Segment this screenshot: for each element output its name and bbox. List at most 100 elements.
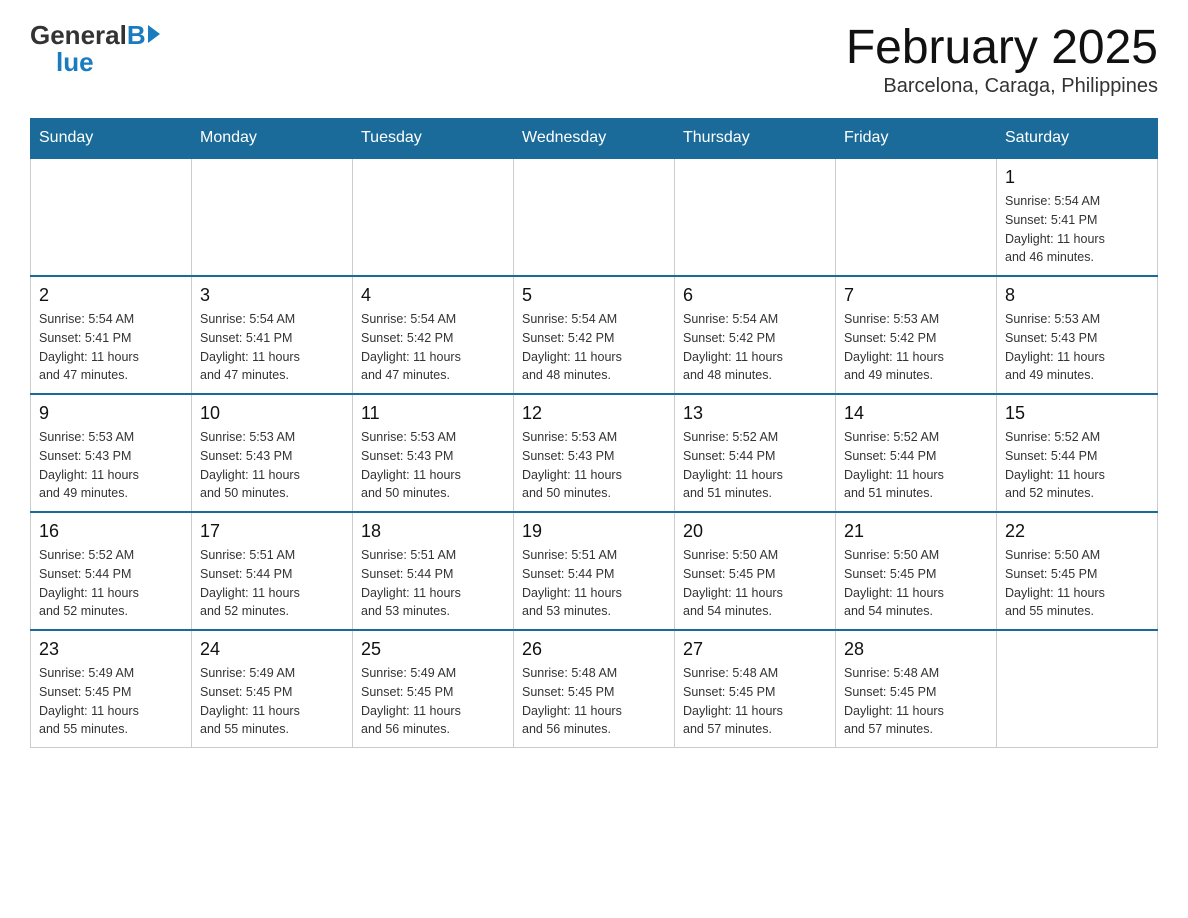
day-info: Sunrise: 5:51 AM Sunset: 5:44 PM Dayligh… [200,546,344,621]
day-number: 16 [39,521,183,542]
day-info: Sunrise: 5:49 AM Sunset: 5:45 PM Dayligh… [39,664,183,739]
calendar-week-row: 1 Sunrise: 5:54 AM Sunset: 5:41 PM Daylig… [31,158,1158,276]
title-section: February 2025 Barcelona, Caraga, Philipp… [846,20,1158,98]
day-number: 20 [683,521,827,542]
day-number: 3 [200,285,344,306]
day-info: Sunrise: 5:52 AM Sunset: 5:44 PM Dayligh… [844,428,988,503]
day-header-sunday: Sunday [31,119,192,159]
day-number: 21 [844,521,988,542]
calendar-cell: 27 Sunrise: 5:48 AM Sunset: 5:45 PM Dayli… [675,630,836,748]
day-number: 2 [39,285,183,306]
calendar-cell: 1 Sunrise: 5:54 AM Sunset: 5:41 PM Daylig… [997,158,1158,276]
calendar-cell: 2 Sunrise: 5:54 AM Sunset: 5:41 PM Daylig… [31,276,192,394]
calendar-week-row: 2 Sunrise: 5:54 AM Sunset: 5:41 PM Daylig… [31,276,1158,394]
day-info: Sunrise: 5:52 AM Sunset: 5:44 PM Dayligh… [1005,428,1149,503]
day-number: 10 [200,403,344,424]
calendar-cell [31,158,192,276]
day-info: Sunrise: 5:54 AM Sunset: 5:42 PM Dayligh… [522,310,666,385]
calendar-cell: 11Sunrise: 5:53 AM Sunset: 5:43 PM Dayli… [353,394,514,512]
day-number: 11 [361,403,505,424]
day-number: 9 [39,403,183,424]
calendar-cell: 16 Sunrise: 5:52 AM Sunset: 5:44 PM Dayli… [31,512,192,630]
logo-blue-word: lue [56,47,94,78]
calendar-cell: 10 Sunrise: 5:53 AM Sunset: 5:43 PM Dayli… [192,394,353,512]
calendar-header-row: SundayMondayTuesdayWednesdayThursdayFrid… [31,119,1158,159]
day-number: 1 [1005,167,1149,188]
day-info: Sunrise: 5:51 AM Sunset: 5:44 PM Dayligh… [361,546,505,621]
day-info: Sunrise: 5:49 AM Sunset: 5:45 PM Dayligh… [361,664,505,739]
calendar-cell: 5 Sunrise: 5:54 AM Sunset: 5:42 PM Daylig… [514,276,675,394]
calendar-cell: 14Sunrise: 5:52 AM Sunset: 5:44 PM Dayli… [836,394,997,512]
calendar-cell [675,158,836,276]
calendar-subtitle: Barcelona, Caraga, Philippines [846,75,1158,98]
calendar-cell: 9 Sunrise: 5:53 AM Sunset: 5:43 PM Daylig… [31,394,192,512]
day-number: 15 [1005,403,1149,424]
day-number: 26 [522,639,666,660]
day-number: 4 [361,285,505,306]
calendar-cell: 26 Sunrise: 5:48 AM Sunset: 5:45 PM Dayli… [514,630,675,748]
calendar-cell [514,158,675,276]
calendar-cell: 18 Sunrise: 5:51 AM Sunset: 5:44 PM Dayli… [353,512,514,630]
calendar-cell: 21 Sunrise: 5:50 AM Sunset: 5:45 PM Dayli… [836,512,997,630]
day-info: Sunrise: 5:54 AM Sunset: 5:41 PM Dayligh… [200,310,344,385]
calendar-cell: 7Sunrise: 5:53 AM Sunset: 5:42 PM Daylig… [836,276,997,394]
day-header-tuesday: Tuesday [353,119,514,159]
day-info: Sunrise: 5:53 AM Sunset: 5:43 PM Dayligh… [1005,310,1149,385]
day-info: Sunrise: 5:50 AM Sunset: 5:45 PM Dayligh… [1005,546,1149,621]
calendar-cell: 8 Sunrise: 5:53 AM Sunset: 5:43 PM Daylig… [997,276,1158,394]
logo: General B lue [30,20,160,78]
day-info: Sunrise: 5:54 AM Sunset: 5:42 PM Dayligh… [683,310,827,385]
day-number: 5 [522,285,666,306]
calendar-cell: 28 Sunrise: 5:48 AM Sunset: 5:45 PM Dayli… [836,630,997,748]
day-header-friday: Friday [836,119,997,159]
calendar-title: February 2025 [846,20,1158,75]
calendar-cell: 3 Sunrise: 5:54 AM Sunset: 5:41 PM Daylig… [192,276,353,394]
day-info: Sunrise: 5:53 AM Sunset: 5:43 PM Dayligh… [200,428,344,503]
calendar-cell: 20 Sunrise: 5:50 AM Sunset: 5:45 PM Dayli… [675,512,836,630]
calendar-cell: 24 Sunrise: 5:49 AM Sunset: 5:45 PM Dayli… [192,630,353,748]
page-header: General B lue February 2025 Barcelona, C… [30,20,1158,98]
day-info: Sunrise: 5:52 AM Sunset: 5:44 PM Dayligh… [39,546,183,621]
calendar-cell: 23Sunrise: 5:49 AM Sunset: 5:45 PM Dayli… [31,630,192,748]
calendar-cell: 22 Sunrise: 5:50 AM Sunset: 5:45 PM Dayli… [997,512,1158,630]
calendar-cell [353,158,514,276]
day-number: 27 [683,639,827,660]
day-number: 18 [361,521,505,542]
day-header-wednesday: Wednesday [514,119,675,159]
day-info: Sunrise: 5:48 AM Sunset: 5:45 PM Dayligh… [522,664,666,739]
logo-blue-part: B [127,20,160,51]
day-info: Sunrise: 5:54 AM Sunset: 5:41 PM Dayligh… [39,310,183,385]
logo-b: B [127,20,146,51]
calendar-cell: 6Sunrise: 5:54 AM Sunset: 5:42 PM Daylig… [675,276,836,394]
day-info: Sunrise: 5:48 AM Sunset: 5:45 PM Dayligh… [844,664,988,739]
calendar-week-row: 16 Sunrise: 5:52 AM Sunset: 5:44 PM Dayli… [31,512,1158,630]
day-info: Sunrise: 5:54 AM Sunset: 5:42 PM Dayligh… [361,310,505,385]
day-number: 24 [200,639,344,660]
calendar-cell [836,158,997,276]
day-info: Sunrise: 5:48 AM Sunset: 5:45 PM Dayligh… [683,664,827,739]
day-number: 22 [1005,521,1149,542]
day-number: 17 [200,521,344,542]
day-info: Sunrise: 5:49 AM Sunset: 5:45 PM Dayligh… [200,664,344,739]
calendar-week-row: 23Sunrise: 5:49 AM Sunset: 5:45 PM Dayli… [31,630,1158,748]
logo-arrow-icon [148,25,160,43]
calendar-cell: 13 Sunrise: 5:52 AM Sunset: 5:44 PM Dayli… [675,394,836,512]
day-info: Sunrise: 5:50 AM Sunset: 5:45 PM Dayligh… [683,546,827,621]
day-number: 19 [522,521,666,542]
day-info: Sunrise: 5:50 AM Sunset: 5:45 PM Dayligh… [844,546,988,621]
day-header-thursday: Thursday [675,119,836,159]
day-header-saturday: Saturday [997,119,1158,159]
day-info: Sunrise: 5:52 AM Sunset: 5:44 PM Dayligh… [683,428,827,503]
calendar-cell [192,158,353,276]
calendar-cell: 25Sunrise: 5:49 AM Sunset: 5:45 PM Dayli… [353,630,514,748]
day-info: Sunrise: 5:53 AM Sunset: 5:43 PM Dayligh… [39,428,183,503]
calendar-cell: 12Sunrise: 5:53 AM Sunset: 5:43 PM Dayli… [514,394,675,512]
day-number: 13 [683,403,827,424]
calendar-cell: 4 Sunrise: 5:54 AM Sunset: 5:42 PM Daylig… [353,276,514,394]
day-info: Sunrise: 5:54 AM Sunset: 5:41 PM Dayligh… [1005,192,1149,267]
calendar-cell: 15 Sunrise: 5:52 AM Sunset: 5:44 PM Dayli… [997,394,1158,512]
day-info: Sunrise: 5:51 AM Sunset: 5:44 PM Dayligh… [522,546,666,621]
calendar-week-row: 9 Sunrise: 5:53 AM Sunset: 5:43 PM Daylig… [31,394,1158,512]
day-number: 28 [844,639,988,660]
day-number: 8 [1005,285,1149,306]
